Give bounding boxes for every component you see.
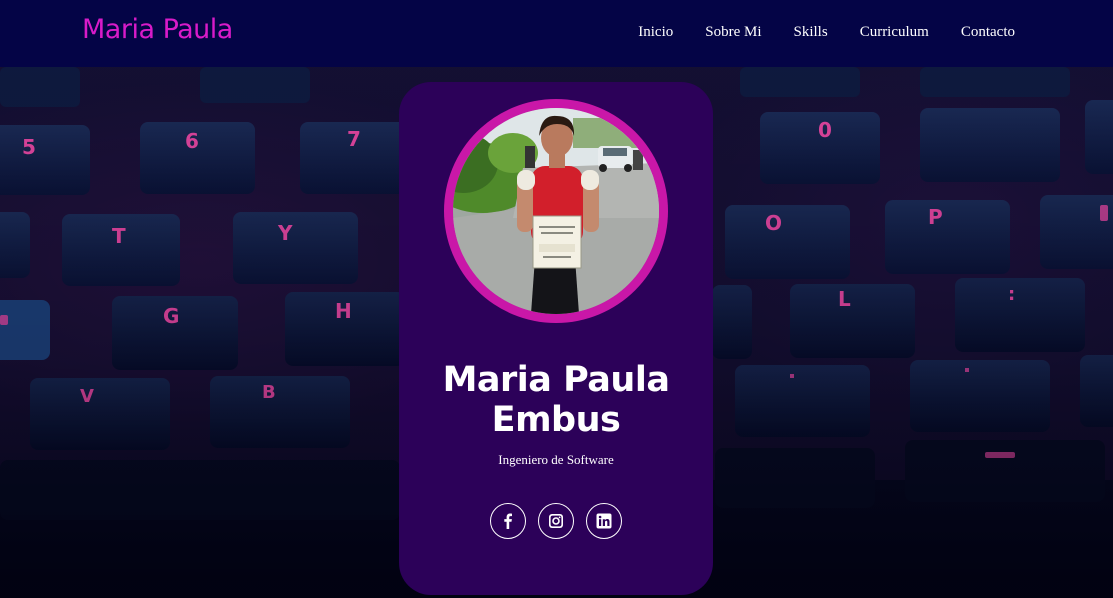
facebook-icon bbox=[504, 513, 512, 529]
nav-link-skills[interactable]: Skills bbox=[794, 24, 828, 41]
profile-photo bbox=[453, 108, 659, 314]
profile-name: Maria Paula Embus bbox=[399, 360, 713, 440]
page: 5 6 7 T Y G H V B 0 O P L : bbox=[0, 0, 1113, 598]
linkedin-icon bbox=[596, 513, 612, 529]
profile-role: Ingeniero de Software bbox=[498, 452, 614, 467]
nav-link-sobre-mi[interactable]: Sobre Mi bbox=[705, 24, 761, 41]
avatar-ring bbox=[444, 99, 668, 323]
facebook-button[interactable] bbox=[490, 503, 526, 539]
nav-link-contacto[interactable]: Contacto bbox=[961, 24, 1015, 41]
linkedin-button[interactable] bbox=[586, 503, 622, 539]
brand-logo-link[interactable]: Maria Paula bbox=[82, 14, 233, 45]
instagram-button[interactable] bbox=[538, 503, 574, 539]
profile-name-line1: Maria Paula bbox=[442, 360, 670, 400]
nav-link-inicio[interactable]: Inicio bbox=[638, 24, 673, 41]
profile-photo-image bbox=[453, 108, 659, 314]
instagram-icon bbox=[549, 514, 563, 528]
nav-links: Inicio Sobre Mi Skills Curriculum Contac… bbox=[606, 24, 1015, 41]
social-links bbox=[399, 503, 713, 539]
profile-card: Maria Paula Embus Ingeniero de Software bbox=[399, 82, 713, 595]
profile-name-line2: Embus bbox=[491, 400, 621, 440]
top-navbar: Maria Paula Inicio Sobre Mi Skills Curri… bbox=[0, 0, 1113, 67]
nav-link-curriculum[interactable]: Curriculum bbox=[860, 24, 929, 41]
